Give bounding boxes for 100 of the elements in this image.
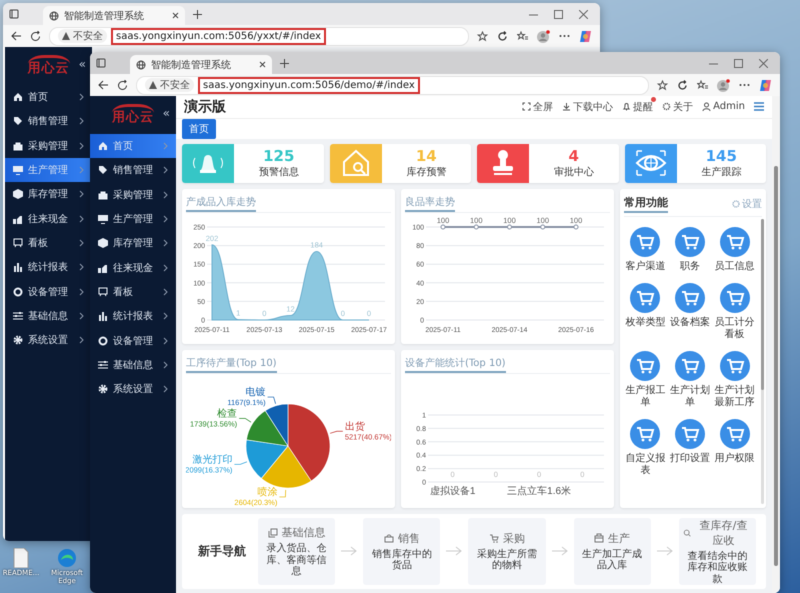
menu-icon[interactable]	[754, 102, 764, 112]
sidebar-item[interactable]: 首页	[5, 85, 92, 110]
stat-card[interactable]: 14 库存预警	[330, 144, 471, 182]
shortcut-item[interactable]: 生产计划单	[668, 350, 712, 408]
reload-icon[interactable]	[117, 80, 128, 90]
cube-icon	[13, 189, 23, 200]
scrollbar[interactable]	[761, 218, 764, 504]
copilot-icon[interactable]	[759, 78, 772, 92]
sidebar-item[interactable]: 看板	[90, 280, 176, 304]
back-arrow-icon[interactable]	[11, 31, 22, 41]
sidebar-item[interactable]: 往来现金	[5, 206, 92, 231]
sidebar-item[interactable]: 库存管理	[90, 231, 176, 256]
page-tag[interactable]: 首页	[182, 118, 216, 139]
sidebar-item[interactable]: 生产管理	[5, 158, 92, 182]
cart-icon	[720, 282, 750, 312]
guide-step[interactable]: 采购 采购生产所需的物料	[468, 518, 546, 585]
new-tab-icon[interactable]	[193, 10, 202, 18]
star-icon[interactable]	[477, 30, 488, 42]
guide-step[interactable]: 销售 销售库存中的货品	[363, 518, 440, 585]
maximize-icon[interactable]	[734, 58, 743, 68]
sidebar-item[interactable]: 生产管理	[90, 206, 176, 232]
shortcut-item[interactable]: 职务	[668, 226, 712, 272]
header-action[interactable]: 关于	[662, 100, 694, 114]
security-indicator[interactable]: 不安全	[58, 29, 107, 43]
header-action[interactable]: 下载中心	[562, 100, 614, 114]
shortcut-item[interactable]: 设备档案	[668, 282, 712, 340]
eye-globe-icon	[634, 148, 668, 178]
more-icon[interactable]	[559, 34, 570, 38]
sidebar-item[interactable]: 采购管理	[5, 134, 92, 158]
shortcut-item[interactable]: 生产计划最新工序	[713, 350, 756, 408]
favorites-icon[interactable]	[697, 80, 708, 90]
sidebar-item[interactable]: 设备管理	[90, 328, 176, 353]
close-icon[interactable]	[172, 12, 179, 19]
header-action[interactable]: 全屏	[522, 100, 554, 114]
shortcut-item[interactable]: 生产报工单	[624, 350, 667, 408]
fullscreen-icon	[522, 102, 532, 112]
header-action[interactable]: Admin	[702, 101, 745, 112]
guide-step[interactable]: 生产 生产加工产成品入库	[574, 518, 651, 585]
collapse-button[interactable]: «	[78, 57, 86, 71]
avatar-icon[interactable]	[717, 78, 730, 92]
address-bar[interactable]: 不安全 saas.yongxinyun.com:5056/demo/#/index	[136, 76, 649, 94]
sidebar-item[interactable]: 库存管理	[5, 182, 92, 206]
browser-tab[interactable]: 智能制造管理系统	[130, 55, 272, 74]
stat-card[interactable]: 145 生产跟踪	[624, 144, 766, 182]
sidebar-item[interactable]: 统计报表	[90, 304, 176, 328]
sidebar-item[interactable]: 采购管理	[90, 182, 176, 207]
avatar-icon[interactable]	[537, 30, 550, 42]
stat-card[interactable]: 125 预警信息	[182, 144, 324, 182]
new-tab-icon[interactable]	[280, 58, 289, 68]
cart-icon	[674, 226, 705, 256]
star-icon[interactable]	[657, 80, 668, 90]
close-icon[interactable]	[759, 58, 768, 68]
shortcut-item[interactable]: 枚举类型	[624, 282, 667, 340]
sidebar-item[interactable]: 统计报表	[5, 255, 92, 280]
shortcut-item[interactable]: 客户渠道	[624, 226, 667, 272]
arrow-icon	[552, 546, 568, 556]
sidebar-item[interactable]: 往来现金	[90, 255, 176, 280]
refresh-icon[interactable]	[497, 30, 508, 42]
sidebar-item[interactable]: 首页	[90, 134, 176, 158]
shortcut-item[interactable]: 员工计分看板	[713, 282, 756, 340]
shortcut-item[interactable]: 员工信息	[713, 226, 756, 272]
back-arrow-icon[interactable]	[98, 80, 109, 90]
chevron-icon	[163, 190, 168, 199]
browser-tab[interactable]: 智能制造管理系统	[43, 6, 185, 25]
sidebar-item[interactable]: 销售管理	[5, 109, 92, 134]
maximize-icon[interactable]	[554, 10, 563, 18]
guide-step[interactable]: 查库存/查应收 查看结余中的库存和应收账款	[678, 518, 756, 585]
collapse-button[interactable]: «	[162, 106, 170, 120]
favorites-icon[interactable]	[517, 30, 528, 42]
tab-actions-icon[interactable]	[9, 9, 19, 19]
sidebar-item[interactable]: 看板	[5, 230, 92, 256]
more-icon[interactable]	[739, 83, 750, 87]
tab-actions-icon[interactable]	[96, 58, 106, 68]
reload-icon[interactable]	[30, 30, 41, 42]
header-action[interactable]: 提醒	[622, 100, 654, 114]
close-icon[interactable]	[579, 10, 588, 18]
stat-label: 生产跟踪	[701, 166, 742, 180]
shortcut-item[interactable]: 自定义报表	[624, 418, 667, 476]
guide-step[interactable]: 基础信息 录入货品、仓库、客商等信息	[258, 518, 336, 585]
copilot-icon[interactable]	[579, 30, 592, 42]
sidebar-item[interactable]: 销售管理	[90, 158, 176, 183]
chevron-icon	[79, 214, 84, 223]
sidebar-item[interactable]: 基础信息	[90, 352, 176, 377]
refresh-icon[interactable]	[677, 80, 688, 90]
monitor-icon	[98, 214, 108, 224]
step-description: 录入货品、仓库、客商等信息	[266, 543, 328, 578]
shortcut-item[interactable]: 用户权限	[713, 418, 756, 476]
sidebar-item[interactable]: 设备管理	[5, 279, 92, 304]
security-indicator[interactable]: 不安全	[145, 78, 194, 92]
stat-label: 审批中心	[554, 166, 594, 180]
close-icon[interactable]	[259, 61, 266, 68]
stat-card[interactable]: 4 审批中心	[477, 144, 618, 182]
address-bar[interactable]: 不安全 saas.yongxinyun.com:5056/yxxt/#/index	[49, 26, 469, 46]
panel-title: 常用功能	[624, 194, 668, 212]
sidebar-item[interactable]: 基础信息	[5, 304, 92, 328]
sidebar-item[interactable]: 系统设置	[5, 328, 92, 352]
shortcut-item[interactable]: 打印设置	[668, 418, 712, 476]
chevron-icon	[163, 264, 168, 272]
stat-value: 14	[416, 147, 437, 166]
sidebar-item[interactable]: 系统设置	[90, 376, 176, 402]
